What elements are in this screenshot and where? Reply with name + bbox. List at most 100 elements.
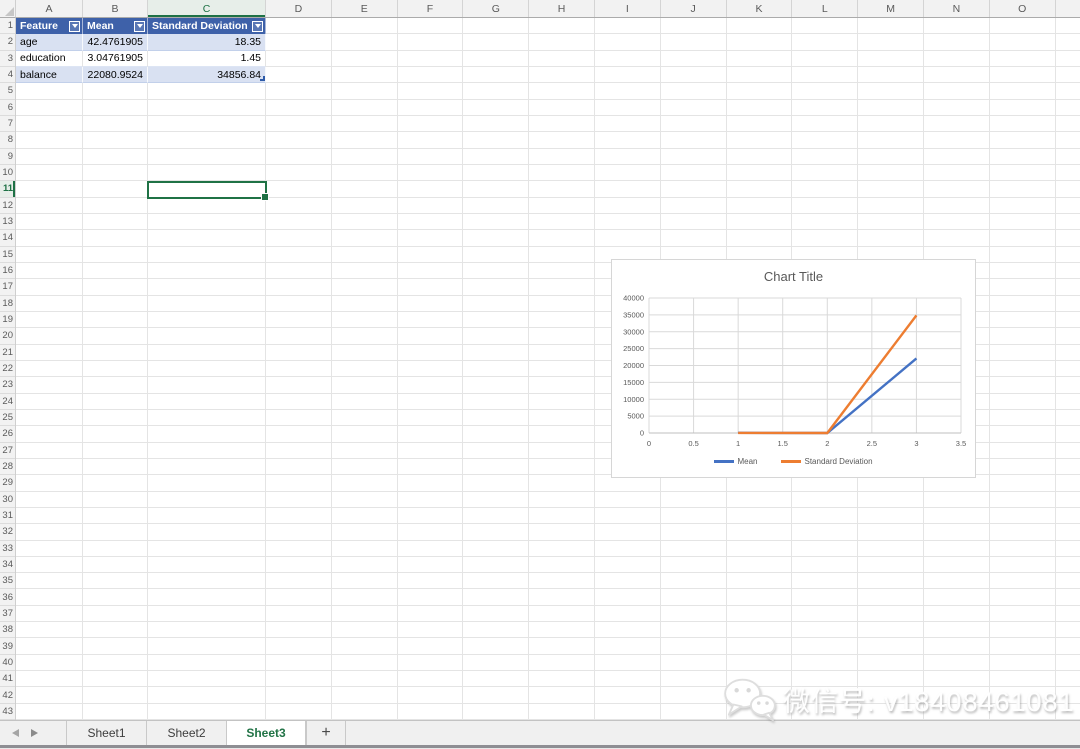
table-cell[interactable]: 34856.84 — [148, 66, 266, 84]
row-header-27[interactable]: 27 — [0, 443, 15, 459]
row-header-6[interactable]: 6 — [0, 100, 15, 116]
column-header-M[interactable]: M — [858, 0, 924, 17]
column-header-partial[interactable] — [1056, 0, 1080, 17]
column-header-C[interactable]: C — [148, 0, 266, 17]
row-header-13[interactable]: 13 — [0, 214, 15, 231]
table-cell[interactable]: 3.04761905 — [83, 50, 148, 67]
row-header-35[interactable]: 35 — [0, 573, 15, 590]
row-header-17[interactable]: 17 — [0, 279, 15, 296]
table-cell[interactable]: 1.45 — [148, 50, 266, 67]
row-header-7[interactable]: 7 — [0, 116, 15, 133]
column-header-N[interactable]: N — [924, 0, 990, 17]
column-header-H[interactable]: H — [529, 0, 595, 17]
add-sheet-button[interactable]: + — [306, 721, 346, 745]
column-header-O[interactable]: O — [990, 0, 1056, 17]
column-header-B[interactable]: B — [83, 0, 148, 17]
table-cell[interactable]: 42.4761905 — [83, 34, 148, 51]
row-header-15[interactable]: 15 — [0, 247, 15, 263]
y-axis-tick-label: 25000 — [623, 344, 644, 353]
row-header-25[interactable]: 25 — [0, 410, 15, 427]
row-header-34[interactable]: 34 — [0, 557, 15, 574]
row-header-24[interactable]: 24 — [0, 394, 15, 410]
grid-row-8 — [16, 132, 1080, 149]
row-header-33[interactable]: 33 — [0, 541, 15, 557]
chart[interactable]: Chart Title 0 5000 10000 15000 20000 25000 300… — [611, 259, 976, 478]
column-header-L[interactable]: L — [792, 0, 859, 17]
row-header-20[interactable]: 20 — [0, 328, 15, 345]
grid-row-31 — [16, 508, 1080, 525]
row-header-19[interactable]: 19 — [0, 312, 15, 329]
grid-row-32 — [16, 524, 1080, 541]
row-header-12[interactable]: 12 — [0, 198, 15, 214]
grid-row-42 — [16, 687, 1080, 704]
row-header-14[interactable]: 14 — [0, 230, 15, 247]
row-header-30[interactable]: 30 — [0, 492, 15, 508]
sheet-tab-sheet2[interactable]: Sheet2 — [146, 721, 226, 745]
sheet-tabs: Sheet1 Sheet2 Sheet3 + — [66, 721, 346, 745]
row-header-41[interactable]: 41 — [0, 671, 15, 688]
row-header-16[interactable]: 16 — [0, 263, 15, 280]
table-header-label: Standard Deviation — [152, 20, 248, 33]
column-header-F[interactable]: F — [398, 0, 464, 17]
row-header-32[interactable]: 32 — [0, 524, 15, 541]
table-cell[interactable]: 18.35 — [148, 34, 266, 51]
row-header-43[interactable]: 43 — [0, 704, 15, 721]
row-header-31[interactable]: 31 — [0, 508, 15, 525]
table-cell[interactable]: education — [16, 50, 83, 67]
row-header-3[interactable]: 3 — [0, 51, 15, 67]
row-header-8[interactable]: 8 — [0, 132, 15, 149]
row-header-9[interactable]: 9 — [0, 149, 15, 165]
row-header-5[interactable]: 5 — [0, 83, 15, 100]
table-cell[interactable]: balance — [16, 66, 83, 84]
next-sheet-icon[interactable] — [31, 729, 38, 737]
row-header-4[interactable]: 4 — [0, 67, 15, 84]
row-header-29[interactable]: 29 — [0, 475, 15, 492]
row-header-18[interactable]: 18 — [0, 296, 15, 312]
column-header-I[interactable]: I — [595, 0, 661, 17]
column-header-A[interactable]: A — [16, 0, 83, 17]
row-header-11[interactable]: 11 — [0, 181, 15, 198]
row-header-23[interactable]: 23 — [0, 377, 15, 394]
table-cell[interactable]: 22080.9524 — [83, 66, 148, 84]
grid-row-5 — [16, 83, 1080, 100]
table-header-label: Feature — [20, 20, 58, 33]
row-header-36[interactable]: 36 — [0, 589, 15, 606]
row-header-2[interactable]: 2 — [0, 34, 15, 51]
row-header-26[interactable]: 26 — [0, 426, 15, 443]
row-header-37[interactable]: 37 — [0, 606, 15, 623]
selected-cell[interactable] — [147, 181, 269, 201]
select-all-button[interactable] — [0, 0, 16, 18]
row-header-10[interactable]: 10 — [0, 165, 15, 182]
sheet-tab-sheet1[interactable]: Sheet1 — [66, 721, 146, 745]
row-header-21[interactable]: 21 — [0, 345, 15, 361]
x-axis-tick-label: 2.5 — [867, 439, 877, 448]
table-cell[interactable]: age — [16, 34, 83, 51]
row-header-39[interactable]: 39 — [0, 638, 15, 655]
row-header-40[interactable]: 40 — [0, 655, 15, 672]
column-header-K[interactable]: K — [727, 0, 793, 17]
prev-sheet-icon[interactable] — [12, 729, 19, 737]
row-header-1[interactable]: 1 — [0, 18, 15, 35]
table-resize-handle[interactable] — [260, 76, 265, 82]
column-header-J[interactable]: J — [661, 0, 727, 17]
sheet-tab-sheet3[interactable]: Sheet3 — [226, 721, 306, 745]
grid-row-41 — [16, 671, 1080, 688]
table-header-cell[interactable]: Mean — [83, 18, 148, 35]
grid-row-36 — [16, 589, 1080, 606]
fill-handle[interactable] — [261, 192, 269, 201]
y-axis-tick-label: 40000 — [623, 294, 644, 303]
row-header-38[interactable]: 38 — [0, 622, 15, 639]
y-axis-tick-label: 15000 — [623, 378, 644, 387]
column-header-G[interactable]: G — [463, 0, 530, 17]
row-header-42[interactable]: 42 — [0, 687, 15, 704]
filter-arrow-icon — [136, 24, 143, 29]
table-header-cell[interactable]: Standard Deviation — [148, 18, 266, 35]
filter-dropdown-button[interactable] — [69, 20, 80, 32]
filter-dropdown-button[interactable] — [252, 20, 263, 32]
row-header-28[interactable]: 28 — [0, 459, 15, 476]
filter-dropdown-button[interactable] — [134, 20, 145, 32]
table-header-cell[interactable]: Feature — [16, 18, 83, 35]
column-header-E[interactable]: E — [332, 0, 398, 17]
row-header-22[interactable]: 22 — [0, 361, 15, 378]
column-header-D[interactable]: D — [266, 0, 332, 17]
